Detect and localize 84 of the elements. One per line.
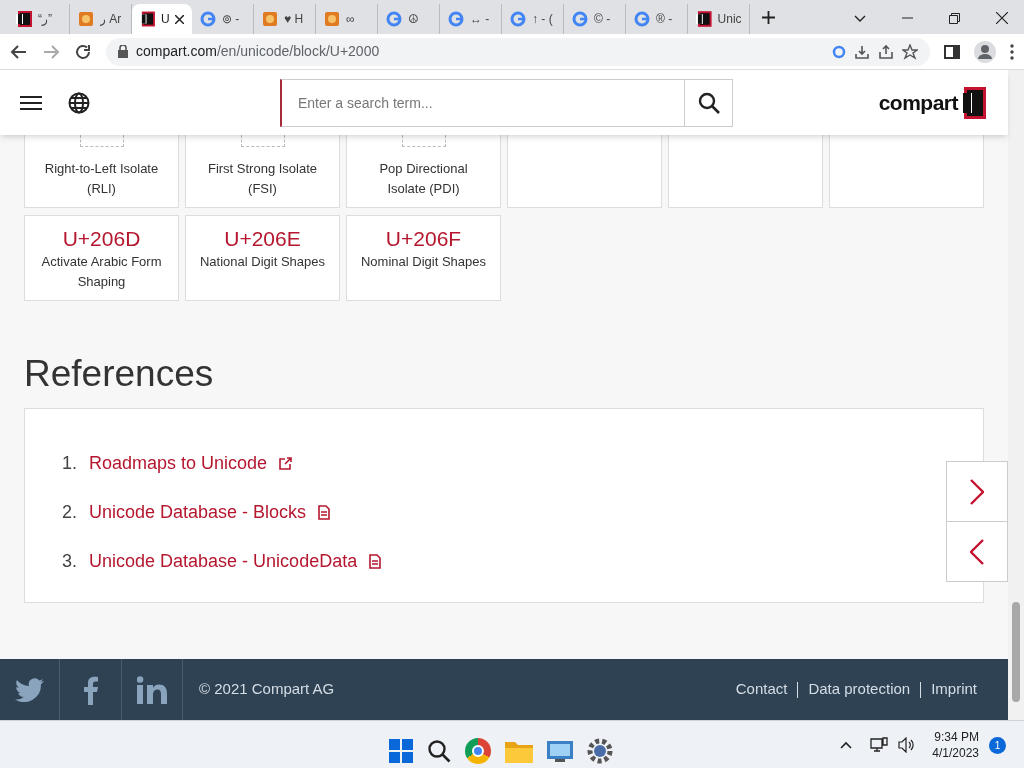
footer-link[interactable]: Imprint — [931, 678, 977, 701]
google-icon — [200, 11, 216, 27]
chevron-right-icon — [970, 478, 984, 505]
reference-link[interactable]: Unicode Database - UnicodeData — [89, 548, 358, 575]
reference-link[interactable]: Roadmaps to Unicode — [89, 450, 268, 477]
character-card[interactable]: First Strong Isolate (FSI) — [185, 135, 340, 208]
gear-icon[interactable] — [587, 738, 613, 764]
google-icon — [510, 11, 526, 27]
copyright-text: © 2021 Compart AG — [199, 679, 335, 700]
code-point: U+206F — [385, 226, 462, 252]
share-icon[interactable] — [878, 43, 894, 60]
chevron-up-icon[interactable] — [840, 741, 853, 749]
browser-tab[interactable]: U — [132, 4, 192, 34]
code-point: U+206E — [224, 226, 301, 252]
page-icon — [324, 11, 340, 27]
menu-dots-icon[interactable] — [1010, 43, 1014, 60]
compart-logo[interactable]: compart — [878, 86, 986, 119]
character-card[interactable]: Pop Directional Isolate (PDI) — [346, 135, 501, 208]
bird-icon — [14, 677, 45, 702]
tab-search-icon[interactable] — [854, 14, 866, 22]
linkedin-icon — [137, 675, 167, 704]
windows-start-icon[interactable] — [389, 739, 413, 763]
lock-icon — [118, 45, 128, 58]
page-icon — [262, 11, 278, 27]
document-icon — [369, 554, 382, 569]
google-icon — [572, 11, 588, 27]
notification-badge[interactable]: 1 — [989, 736, 1006, 754]
footer-link[interactable]: Data protection — [808, 678, 911, 701]
google-icon — [634, 11, 650, 27]
search-field[interactable]: Enter a search term... — [280, 78, 685, 127]
chevron-left-icon — [970, 538, 984, 565]
glyph-box — [401, 135, 446, 147]
character-name: First Strong Isolate (FSI) — [206, 160, 319, 198]
google-icon — [448, 11, 464, 27]
google-icon — [386, 11, 402, 27]
speaker-icon[interactable] — [898, 737, 917, 753]
search-icon — [697, 91, 720, 114]
character-card[interactable]: U+206F Nominal Digit Shapes — [346, 215, 501, 301]
restore-icon[interactable] — [949, 12, 960, 24]
facebook-icon — [82, 674, 99, 705]
url-text: compart.com/en/unicode/block/U+2000 — [136, 42, 380, 61]
scrollbar[interactable] — [1008, 70, 1024, 720]
compart-favicon-icon — [16, 11, 32, 27]
control-panel-icon[interactable] — [547, 739, 573, 763]
star-icon[interactable] — [902, 43, 918, 60]
reload-icon[interactable] — [74, 42, 92, 61]
document-icon — [318, 505, 331, 520]
character-card[interactable]: Right-to-Left Isolate (RLI) — [24, 135, 179, 208]
back-icon[interactable] — [10, 42, 28, 61]
reference-link[interactable]: Unicode Database - Blocks — [89, 499, 307, 526]
address-bar[interactable]: compart.com/en/unicode/block/U+2000 — [106, 37, 930, 66]
list-number: 1. — [62, 452, 77, 475]
character-name: Pop Directional Isolate (PDI) — [378, 160, 469, 198]
character-card[interactable]: U+206D Activate Arabic Form Shaping — [24, 215, 179, 301]
character-name: National Digit Shapes — [199, 253, 326, 271]
download-icon[interactable] — [854, 43, 870, 60]
close-icon[interactable] — [175, 14, 184, 24]
compart-favicon-icon — [696, 11, 712, 27]
compart-favicon-icon — [140, 11, 155, 27]
network-icon[interactable] — [870, 737, 889, 753]
globe-icon[interactable] — [68, 91, 90, 114]
glyph-box — [79, 135, 124, 147]
clock-date[interactable]: 4/1/2023 — [932, 745, 979, 761]
new-tab-icon[interactable] — [762, 11, 775, 24]
footer-link[interactable]: Contact — [735, 678, 788, 701]
glyph-box — [240, 135, 285, 147]
menu-icon[interactable] — [20, 94, 42, 111]
side-panel-icon[interactable] — [944, 43, 960, 60]
references-heading: References — [24, 352, 214, 396]
page-icon — [78, 11, 94, 27]
clock-time[interactable]: 9:34 PM — [934, 729, 979, 745]
profile-icon[interactable] — [974, 40, 996, 63]
code-point: U+206D — [62, 226, 141, 252]
character-card[interactable]: U+206E National Digit Shapes — [185, 215, 340, 301]
character-name: Nominal Digit Shapes — [360, 253, 487, 271]
external-link-icon — [279, 457, 293, 470]
google-icon[interactable] — [832, 44, 846, 59]
search-icon[interactable] — [427, 739, 451, 763]
list-number: 2. — [62, 501, 77, 524]
list-number: 3. — [62, 550, 77, 573]
character-name: Activate Arabic Form Shaping — [40, 253, 163, 291]
close-icon[interactable] — [996, 12, 1008, 24]
search-button[interactable] — [685, 78, 733, 127]
character-name: Right-to-Left Isolate (RLI) — [43, 160, 160, 198]
